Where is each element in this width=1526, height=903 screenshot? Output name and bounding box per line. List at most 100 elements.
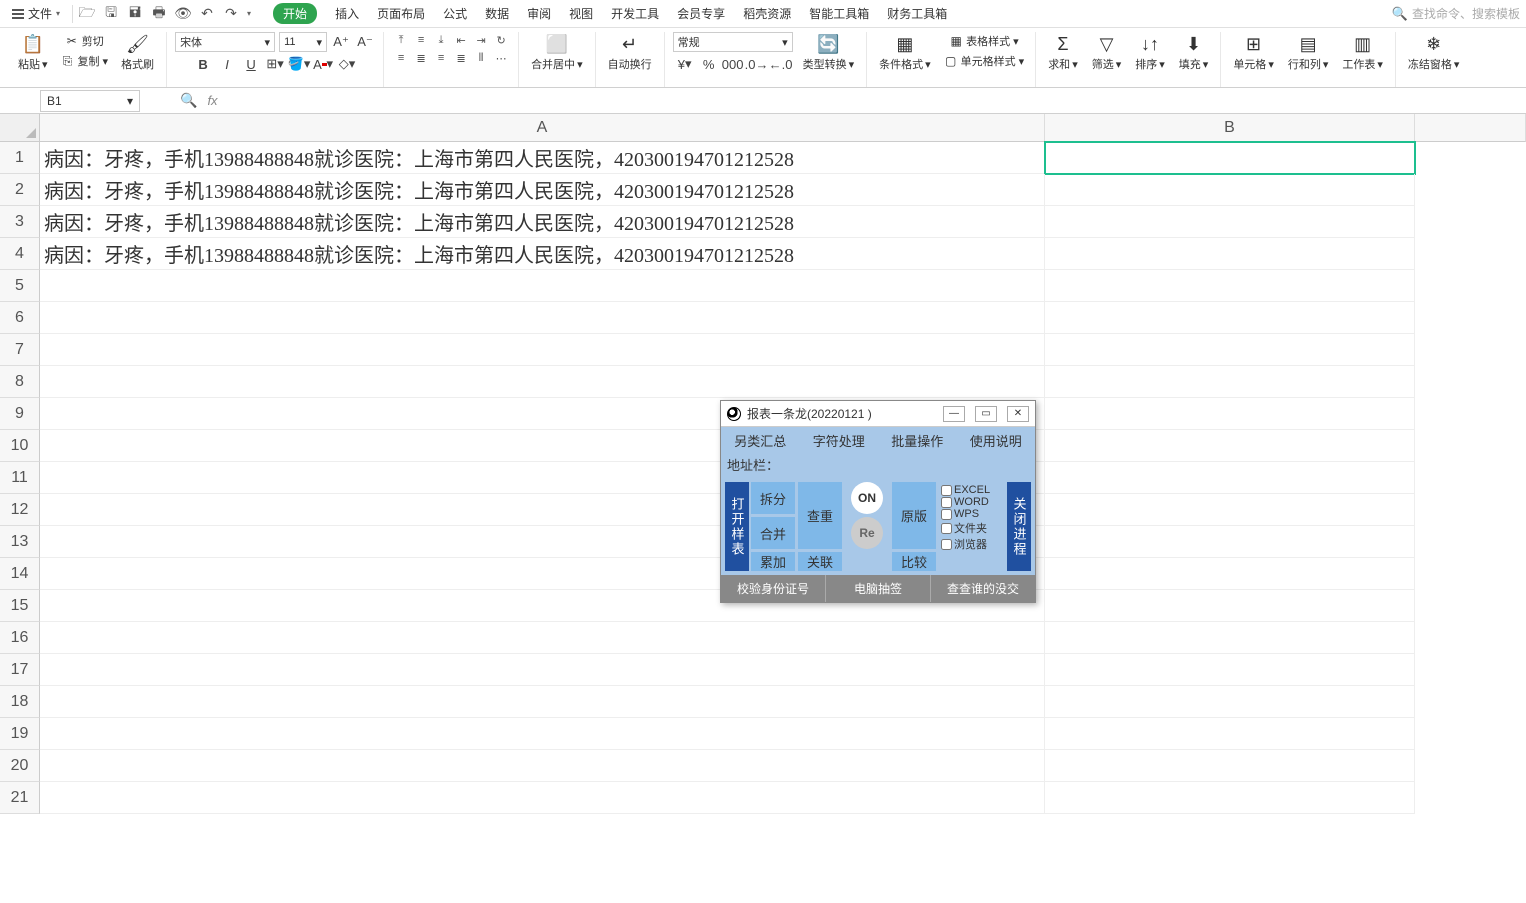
cell[interactable] (1045, 398, 1415, 430)
split-button[interactable]: 拆分 (751, 482, 795, 514)
cell[interactable] (1045, 462, 1415, 494)
bold-button[interactable]: B (193, 54, 213, 74)
row-header[interactable]: 14 (0, 558, 40, 590)
formula-input[interactable] (228, 91, 1526, 111)
row-header[interactable]: 13 (0, 526, 40, 558)
redo-icon[interactable]: ↷ (223, 6, 239, 22)
cell[interactable] (40, 750, 1045, 782)
tab-view[interactable]: 视图 (569, 5, 593, 22)
cell[interactable] (1045, 142, 1415, 174)
row-header[interactable]: 4 (0, 238, 40, 270)
check-excel[interactable]: EXCEL (941, 484, 995, 496)
align-middle[interactable]: ≡ (412, 32, 430, 48)
close-button[interactable]: ✕ (1007, 406, 1029, 422)
menu-help[interactable]: 使用说明 (957, 427, 1036, 454)
cell[interactable] (1045, 718, 1415, 750)
row-header[interactable]: 17 (0, 654, 40, 686)
dialog-titlebar[interactable]: 报表一条龙(20220121 ) — ▭ ✕ (721, 401, 1035, 427)
tab-vip[interactable]: 会员专享 (677, 5, 725, 22)
command-search[interactable]: 🔍 查找命令、搜索模板 (1392, 5, 1520, 22)
sort-button[interactable]: ↓↑排序▾ (1131, 32, 1169, 74)
draw-lots-button[interactable]: 电脑抽签 (826, 575, 931, 602)
check-browser[interactable]: 浏览器 (941, 536, 995, 552)
comma-button[interactable]: 000 (723, 54, 743, 74)
open-icon[interactable]: 🗁 (79, 6, 95, 22)
compare-button[interactable]: 比较 (892, 552, 936, 571)
increase-font-button[interactable]: A⁺ (331, 32, 351, 52)
cell[interactable] (1045, 686, 1415, 718)
tab-finance[interactable]: 财务工具箱 (887, 5, 947, 22)
fill-button[interactable]: ⬇填充▾ (1175, 32, 1213, 74)
row-header[interactable]: 8 (0, 366, 40, 398)
on-toggle[interactable]: ON (851, 482, 883, 514)
cell[interactable] (1045, 654, 1415, 686)
re-button[interactable]: Re (851, 517, 883, 549)
merge-button[interactable]: ⬜合并居中▾ (527, 32, 587, 74)
tab-formula[interactable]: 公式 (443, 5, 467, 22)
row-header[interactable]: 5 (0, 270, 40, 302)
cell-button[interactable]: ⊞单元格▾ (1229, 32, 1278, 74)
file-menu[interactable]: 文件 ▾ (6, 3, 66, 24)
border-button[interactable]: ⊞▾ (265, 54, 285, 74)
paste-button[interactable]: 📋 粘贴▾ (14, 32, 52, 74)
cell[interactable] (1045, 750, 1415, 782)
dedup-button[interactable]: 查重 (798, 482, 842, 549)
tab-start[interactable]: 开始 (273, 3, 317, 24)
cell[interactable] (1045, 334, 1415, 366)
cell[interactable] (40, 686, 1045, 718)
tab-data[interactable]: 数据 (485, 5, 509, 22)
italic-button[interactable]: I (217, 54, 237, 74)
cell[interactable] (1045, 206, 1415, 238)
row-header[interactable]: 10 (0, 430, 40, 462)
filter-button[interactable]: ▽筛选▾ (1088, 32, 1126, 74)
clear-format-button[interactable]: ◇▾ (337, 54, 357, 74)
tab-review[interactable]: 审阅 (527, 5, 551, 22)
align-bottom[interactable]: ⤓ (432, 32, 450, 48)
cell[interactable] (1045, 366, 1415, 398)
original-button[interactable]: 原版 (892, 482, 936, 549)
cell[interactable] (1045, 302, 1415, 334)
save-icon[interactable]: 🖫 (103, 6, 119, 22)
cell[interactable] (1045, 558, 1415, 590)
cell[interactable] (40, 622, 1045, 654)
cell[interactable] (1045, 494, 1415, 526)
table-style-button[interactable]: ▦表格样式▾ (946, 32, 1022, 50)
align-top[interactable]: ⤒ (392, 32, 410, 48)
merge-button[interactable]: 合并 (751, 517, 795, 549)
format-painter-button[interactable]: 🖌 格式刷 (117, 32, 158, 74)
minimize-button[interactable]: — (943, 406, 965, 422)
select-all-corner[interactable] (0, 114, 40, 142)
preview-icon[interactable]: 👁 (175, 6, 191, 22)
cell[interactable]: 病因：牙疼，手机13988488848就诊医院：上海市第四人民医院，420300… (40, 238, 1045, 270)
qat-dropdown[interactable]: ▾ (247, 9, 251, 18)
cell[interactable] (40, 654, 1045, 686)
cell[interactable] (40, 782, 1045, 814)
underline-button[interactable]: U (241, 54, 261, 74)
cell[interactable] (40, 302, 1045, 334)
cut-button[interactable]: ✂剪切 (62, 32, 107, 50)
orientation[interactable]: ↻ (492, 32, 510, 48)
cell[interactable] (1045, 782, 1415, 814)
row-header[interactable]: 19 (0, 718, 40, 750)
tab-insert[interactable]: 插入 (335, 5, 359, 22)
row-header[interactable]: 18 (0, 686, 40, 718)
cell[interactable] (40, 718, 1045, 750)
row-header[interactable]: 2 (0, 174, 40, 206)
maximize-button[interactable]: ▭ (975, 406, 997, 422)
close-process-button[interactable]: 关闭进程 (1007, 482, 1031, 571)
sheet-button[interactable]: ▥工作表▾ (1338, 32, 1387, 74)
align-justify[interactable]: ≣ (452, 50, 470, 66)
col-header-A[interactable]: A (40, 114, 1045, 142)
cell[interactable] (1045, 526, 1415, 558)
font-name-select[interactable]: 宋体▾ (175, 32, 275, 52)
verify-id-button[interactable]: 校验身份证号 (721, 575, 826, 602)
row-header[interactable]: 20 (0, 750, 40, 782)
cell[interactable] (40, 366, 1045, 398)
row-header[interactable]: 6 (0, 302, 40, 334)
fx-icon[interactable]: fx (207, 93, 217, 108)
tab-dev[interactable]: 开发工具 (611, 5, 659, 22)
tab-smart[interactable]: 智能工具箱 (809, 5, 869, 22)
name-box[interactable]: B1▾ (40, 90, 140, 112)
cell-style-button[interactable]: ▢单元格样式▾ (941, 52, 1028, 70)
check-word[interactable]: WORD (941, 496, 995, 508)
